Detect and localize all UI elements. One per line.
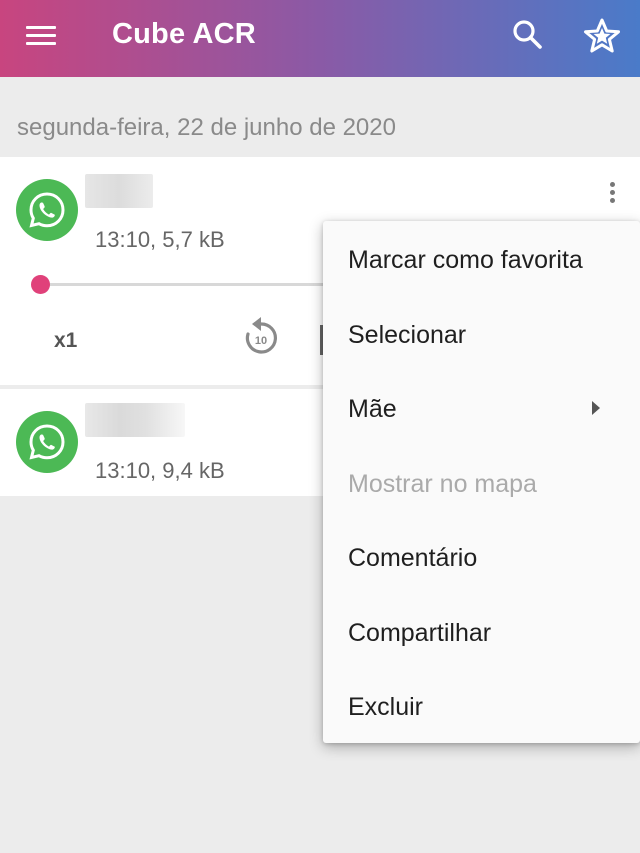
search-icon[interactable]: [510, 17, 546, 53]
menu-item-contact-mae[interactable]: Mãe: [323, 372, 640, 446]
context-menu: Marcar como favorita Selecionar Mãe Most…: [323, 221, 640, 743]
more-options-icon[interactable]: [600, 179, 624, 211]
whatsapp-icon: [16, 179, 78, 241]
app-title: Cube ACR: [112, 18, 256, 50]
star-icon[interactable]: [582, 16, 622, 56]
recording-meta: 13:10, 9,4 kB: [95, 458, 225, 483]
recording-meta: 13:10, 5,7 kB: [95, 227, 225, 252]
replay-10-icon[interactable]: 10: [240, 315, 282, 359]
date-header: segunda-feira, 22 de junho de 2020: [17, 114, 396, 141]
menu-item-mark-favorite[interactable]: Marcar como favorita: [323, 223, 640, 297]
playback-speed-button[interactable]: x1: [54, 329, 77, 353]
replay-10-label: 10: [255, 335, 267, 347]
menu-item-label: Mãe: [348, 394, 397, 423]
whatsapp-icon: [16, 411, 78, 473]
seek-thumb[interactable]: [31, 275, 50, 294]
menu-item-show-on-map: Mostrar no mapa: [348, 469, 537, 498]
menu-item-select[interactable]: Selecionar: [323, 298, 640, 372]
menu-item-share[interactable]: Compartilhar: [323, 596, 640, 670]
menu-item-comment[interactable]: Comentário: [323, 521, 640, 595]
contact-name-redacted: [85, 403, 185, 437]
menu-item-delete[interactable]: Excluir: [323, 670, 640, 744]
menu-icon[interactable]: [26, 22, 62, 52]
app-bar: Cube ACR: [0, 0, 640, 77]
submenu-arrow-icon: [592, 401, 600, 415]
contact-name-redacted: [85, 174, 153, 208]
